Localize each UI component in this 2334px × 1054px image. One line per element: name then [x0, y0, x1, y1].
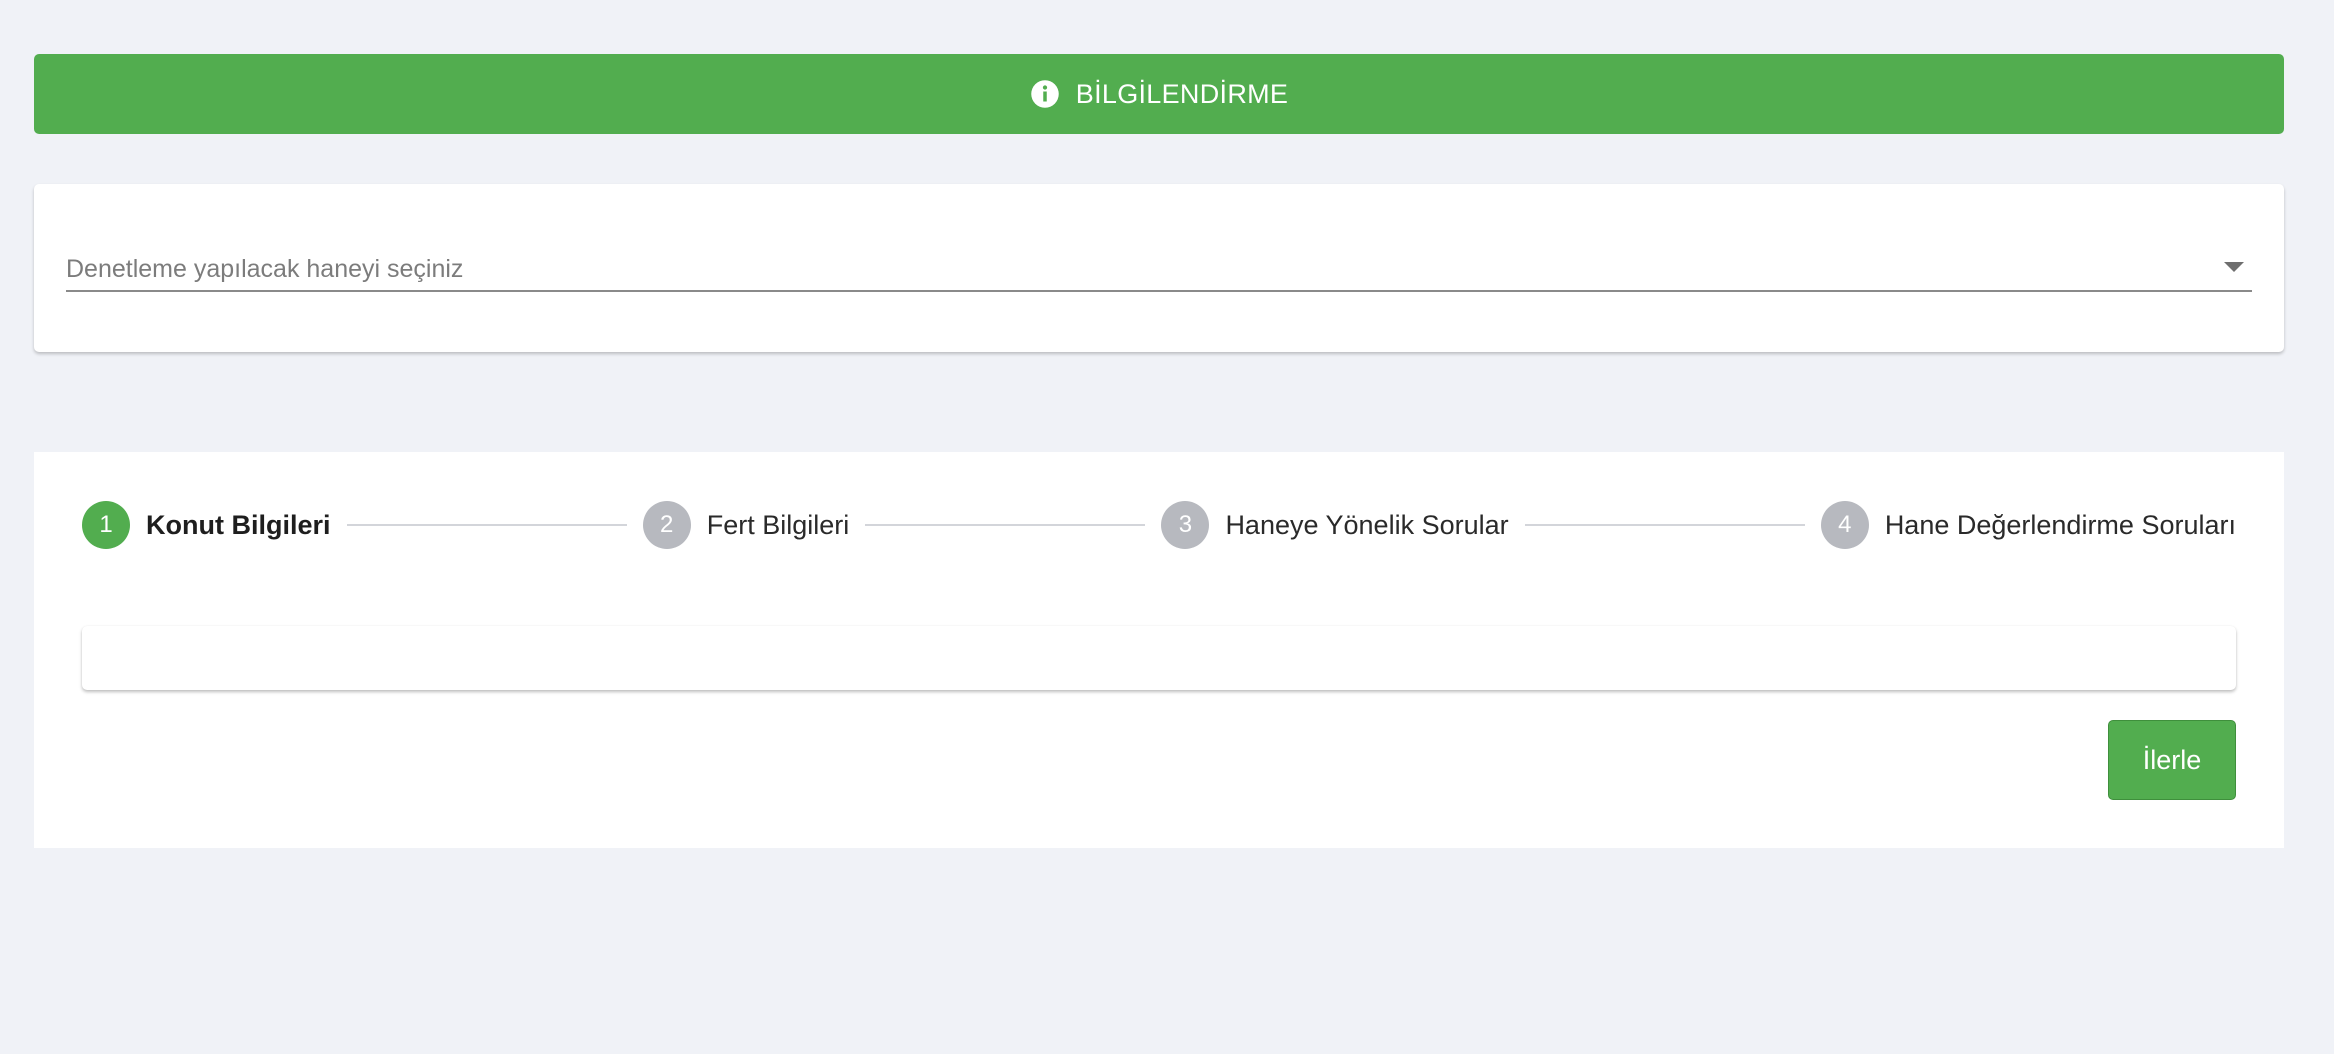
info-icon	[1030, 79, 1060, 109]
step-label: Hane Değerlendirme Soruları	[1884, 509, 2236, 540]
step-label: Haneye Yönelik Sorular	[1225, 509, 1509, 540]
step-number-badge: 3	[1161, 501, 1210, 549]
step-connector	[1524, 524, 1805, 526]
step-number-badge: 2	[642, 501, 691, 549]
step-content-panel	[82, 626, 2236, 690]
chevron-down-icon[interactable]	[2224, 262, 2244, 272]
step-number-badge: 4	[1820, 501, 1869, 549]
step-haneye-yonelik-sorular[interactable]: 3 Haneye Yönelik Sorular	[1161, 501, 1509, 549]
step-connector	[346, 524, 627, 526]
stepper-card: 1 Konut Bilgileri 2 Fert Bilgileri 3 Han…	[34, 452, 2284, 848]
step-connector	[865, 524, 1146, 526]
step-label: Konut Bilgileri	[146, 509, 331, 540]
stepper: 1 Konut Bilgileri 2 Fert Bilgileri 3 Han…	[82, 500, 2236, 550]
step-label: Fert Bilgileri	[706, 509, 850, 540]
household-select-card: Denetleme yapılacak haneyi seçiniz	[34, 184, 2284, 352]
step-hane-degerlendirme-sorulari[interactable]: 4 Hane Değerlendirme Soruları	[1820, 501, 2236, 549]
next-button[interactable]: İlerle	[2108, 720, 2236, 800]
step-konut-bilgileri[interactable]: 1 Konut Bilgileri	[82, 501, 331, 549]
banner-title: BİLGİLENDİRME	[1075, 78, 1289, 109]
household-select-placeholder: Denetleme yapılacak haneyi seçiniz	[66, 254, 464, 283]
household-select[interactable]: Denetleme yapılacak haneyi seçiniz	[66, 240, 2252, 292]
info-banner[interactable]: BİLGİLENDİRME	[34, 54, 2284, 134]
step-number-badge: 1	[82, 501, 130, 549]
step-fert-bilgileri[interactable]: 2 Fert Bilgileri	[642, 501, 850, 549]
